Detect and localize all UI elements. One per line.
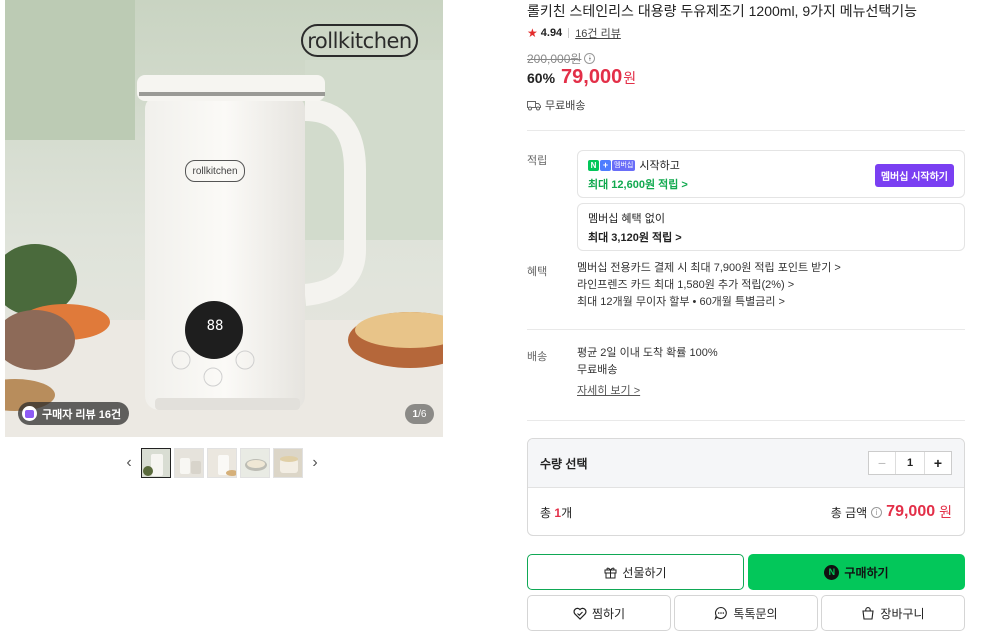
total-currency: 원 — [939, 504, 952, 520]
prev-arrow-icon[interactable]: ‹ — [120, 448, 138, 478]
benefits-label: 혜택 — [527, 266, 548, 278]
plus-icon: + — [600, 159, 611, 171]
quantity-stepper[interactable]: − 1 + — [868, 451, 952, 475]
gift-button-label: 선물하기 — [622, 565, 667, 580]
buy-button[interactable]: N 구매하기 — [748, 554, 965, 590]
wish-button-label: 찜하기 — [591, 606, 626, 621]
thumbnail-4[interactable] — [240, 448, 270, 478]
thumbnail-2[interactable] — [174, 448, 204, 478]
image-counter-total: /6 — [418, 408, 427, 420]
naver-n-icon: N — [588, 159, 599, 171]
benefit-item[interactable]: 최대 12개월 무이자 할부 • 60개월 특별금리 > — [577, 294, 841, 311]
buyer-review-chip[interactable]: 구매자 리뷰 16건 — [18, 402, 130, 425]
product-photo — [5, 0, 443, 437]
wish-button[interactable]: 찜하기 — [527, 595, 671, 631]
quantity-value[interactable]: 1 — [896, 452, 924, 474]
review-chat-icon — [22, 406, 37, 421]
next-arrow-icon[interactable]: › — [306, 448, 324, 478]
heart-icon — [573, 607, 587, 620]
increase-button[interactable]: + — [924, 452, 951, 474]
shipping-label: 무료배송 — [545, 100, 586, 112]
quantity-panel: 수량 선택 − 1 + 총 1개 총 금액 i 79,000 원 — [527, 438, 965, 536]
total-count: 총 1개 — [540, 504, 572, 521]
benefits-list: 멤버십 전용카드 결제 시 최대 7,900원 적립 포인트 받기 > 라인프렌… — [577, 260, 841, 311]
cart-button-label: 장바구니 — [880, 606, 925, 621]
basic-points-box[interactable]: 멤버십 혜택 없이 최대 3,120원 적립 > — [577, 203, 965, 251]
points-label: 적립 — [527, 155, 548, 167]
membership-points-box[interactable]: N + 멤버십 시작하고 최대 12,600원 적립 > 멤버십 시작하기 — [577, 150, 965, 198]
discount-rate: 60% — [527, 70, 556, 86]
rating-row: ★ 4.94 16건 리뷰 — [527, 25, 621, 41]
quantity-label: 수량 선택 — [540, 456, 588, 471]
total-price: 79,000 — [886, 503, 936, 520]
brand-logo: rollkitchen — [301, 24, 418, 57]
benefit-item[interactable]: 멤버십 전용카드 결제 시 최대 7,900원 적립 포인트 받기 > — [577, 260, 841, 277]
total-count-prefix: 총 — [540, 505, 555, 520]
delivery-label: 배송 — [527, 351, 548, 363]
divider — [527, 420, 965, 421]
star-icon: ★ — [527, 26, 538, 40]
truck-icon — [527, 100, 541, 110]
buy-button-label: 구매하기 — [844, 565, 889, 580]
cart-button[interactable]: 장바구니 — [821, 595, 965, 631]
divider — [527, 329, 965, 330]
product-main-image[interactable]: rollkitchen 88 rollkitchen 구매자 리뷰 16건 1/… — [5, 0, 443, 437]
sale-price: 79,000 — [561, 66, 623, 88]
start-membership-button[interactable]: 멤버십 시작하기 — [874, 164, 954, 187]
total-count-suffix: 개 — [561, 505, 573, 520]
image-counter: 1/6 — [405, 404, 434, 424]
gift-button[interactable]: 선물하기 — [527, 554, 744, 590]
divider — [527, 130, 965, 131]
review-count-link[interactable]: 16건 리뷰 — [575, 25, 621, 41]
thumbnail-strip: ‹ › — [120, 448, 324, 478]
price-row: 60% 79,000 원 — [527, 66, 636, 89]
benefit-item[interactable]: 라인프렌즈 카드 최대 1,580원 추가 적립(2%) > — [577, 277, 841, 294]
review-chip-label: 구매자 리뷰 16건 — [42, 408, 122, 421]
basic-max-points[interactable]: 최대 3,120원 적립 > — [588, 229, 954, 245]
display-digits: 88 — [206, 318, 224, 334]
membership-badge-label: 멤버십 — [612, 159, 636, 171]
delivery-fee: 무료배송 — [577, 364, 618, 376]
price-currency: 원 — [623, 70, 637, 86]
decrease-button[interactable]: − — [869, 452, 896, 474]
rating-score: 4.94 — [540, 27, 563, 39]
naver-membership-badge: N + 멤버십 — [588, 159, 636, 171]
original-price-row: 200,000원 i — [527, 50, 596, 67]
shipping-row: 무료배송 — [527, 97, 585, 113]
delivery-estimate: 평균 2일 이내 도착 확률 100% — [577, 347, 718, 359]
delivery-info: 평균 2일 이내 도착 확률 100% 무료배송 자세히 보기 > — [577, 345, 718, 400]
total-amount-label: 총 금액 — [830, 505, 868, 520]
basic-points-label: 멤버십 혜택 없이 — [588, 213, 665, 225]
delivery-detail-link[interactable]: 자세히 보기 > — [577, 383, 718, 400]
product-body-logo: rollkitchen — [185, 160, 245, 182]
total-amount: 총 금액 i 79,000 원 — [831, 502, 952, 522]
gift-icon — [604, 567, 617, 578]
talk-inquiry-button[interactable]: 톡톡문의 — [674, 595, 818, 631]
thumbnail-1[interactable] — [141, 448, 171, 478]
thumbnail-5[interactable] — [273, 448, 303, 478]
shopping-bag-icon — [862, 607, 875, 620]
chat-bubble-icon — [714, 606, 728, 620]
rating-divider — [568, 28, 570, 38]
naver-pay-icon: N — [824, 564, 840, 580]
membership-start-text: 시작하고 — [639, 160, 680, 172]
product-title: 롤키친 스테인리스 대용량 두유제조기 1200ml, 9가지 메뉴선택기능 — [527, 3, 918, 19]
talk-button-label: 톡톡문의 — [733, 606, 778, 621]
original-price: 200,000원 — [527, 52, 582, 66]
thumbnail-3[interactable] — [207, 448, 237, 478]
info-icon[interactable]: i — [584, 53, 596, 64]
info-icon[interactable]: i — [871, 506, 883, 518]
